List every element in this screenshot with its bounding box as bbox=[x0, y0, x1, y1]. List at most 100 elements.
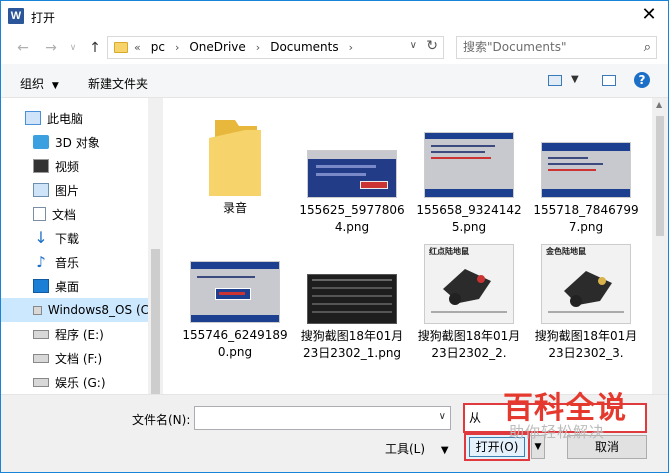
nav-item-pictures[interactable]: 图片 bbox=[1, 178, 149, 202]
nav-item-desktop[interactable]: 桌面 bbox=[1, 274, 149, 298]
open-file-dialog: W 打开 ✕ ← → ∨ ↑ « pc › OneDrive › Documen… bbox=[0, 0, 669, 473]
nav-item-3d-objects[interactable]: 3D 对象 bbox=[1, 130, 149, 154]
file-item-image[interactable]: 155718_78467997.png bbox=[531, 142, 641, 236]
file-item-image[interactable]: 搜狗截图18年01月23日2302_1.png bbox=[297, 274, 407, 362]
caret-down-icon: ▼ bbox=[440, 445, 449, 456]
up-arrow-icon[interactable]: ↑ bbox=[85, 38, 105, 58]
document-icon bbox=[33, 207, 46, 221]
nav-item-label: 3D 对象 bbox=[55, 135, 100, 150]
file-item-image[interactable]: 155746_62491890.png bbox=[180, 261, 290, 361]
close-icon[interactable]: ✕ bbox=[636, 4, 662, 28]
file-item-label: 搜狗截图18年01月23日2302_1.png bbox=[300, 329, 404, 360]
filename-label: 文件名(N): bbox=[132, 413, 191, 427]
nav-item-drive-g[interactable]: 娱乐 (G:) bbox=[1, 370, 149, 394]
nav-item-label: 文档 bbox=[52, 207, 77, 222]
image-thumbnail: 金色陆地鼠 bbox=[541, 244, 631, 324]
3d-objects-icon bbox=[33, 135, 49, 149]
picture-icon bbox=[33, 183, 49, 197]
file-item-label: 155746_62491890.png bbox=[182, 328, 288, 359]
file-item-image[interactable]: 红点陆地鼠 搜狗截图18年01月23日2302_2. bbox=[414, 244, 524, 362]
image-thumbnail bbox=[424, 132, 514, 198]
tools-label: 工具(L) bbox=[385, 442, 426, 456]
download-icon: ↓ bbox=[34, 228, 48, 247]
file-item-image[interactable]: 155658_93241425.png bbox=[414, 132, 524, 236]
breadcrumb-item-documents[interactable]: Documents bbox=[270, 40, 338, 54]
overflow-chevron-icon[interactable]: « bbox=[134, 41, 141, 54]
image-thumbnail bbox=[307, 150, 397, 198]
navigation-row: ← → ∨ ↑ « pc › OneDrive › Documents › ∨ … bbox=[1, 32, 668, 64]
chevron-down-icon[interactable]: ∨ bbox=[439, 411, 446, 422]
nav-item-label: 视频 bbox=[55, 159, 80, 174]
image-thumbnail bbox=[190, 261, 280, 323]
file-item-label: 录音 bbox=[222, 201, 247, 215]
file-item-folder[interactable]: 录音 bbox=[180, 116, 290, 217]
organize-label: 组织 bbox=[20, 77, 45, 91]
file-item-image[interactable]: 金色陆地鼠 搜狗截图18年01月23日2302_3. bbox=[531, 244, 641, 362]
nav-scrollbar-thumb[interactable] bbox=[151, 249, 160, 394]
music-icon: ♪ bbox=[36, 253, 46, 271]
drive-icon bbox=[33, 377, 49, 387]
nav-item-label: 音乐 bbox=[55, 255, 80, 270]
thumbnail-caption: 红点陆地鼠 bbox=[429, 247, 469, 256]
nav-item-label: 此电脑 bbox=[47, 111, 84, 126]
content-scrollbar-thumb[interactable] bbox=[656, 116, 664, 236]
help-icon[interactable]: ? bbox=[634, 72, 650, 88]
nav-item-this-pc[interactable]: 此电脑 bbox=[1, 106, 149, 130]
image-thumbnail bbox=[541, 142, 631, 198]
search-icon: ⌕ bbox=[643, 40, 651, 55]
address-dropdown-icon[interactable]: ∨ bbox=[410, 40, 417, 51]
tools-menu[interactable]: 工具(L) ▼ bbox=[385, 440, 449, 457]
refresh-icon[interactable]: ↻ bbox=[426, 38, 438, 54]
nav-item-label: Windows8_OS (C bbox=[47, 303, 149, 317]
file-item-image[interactable]: 155625_59778064.png bbox=[297, 150, 407, 236]
address-bar[interactable]: « pc › OneDrive › Documents › ∨ ↻ bbox=[107, 36, 444, 59]
drive-icon bbox=[33, 353, 49, 363]
chevron-right-icon[interactable]: › bbox=[256, 41, 260, 54]
content-scrollbar[interactable]: ▲ bbox=[652, 98, 668, 394]
file-item-label: 搜狗截图18年01月23日2302_3. bbox=[534, 329, 638, 360]
title-bar: W 打开 ✕ bbox=[1, 1, 668, 32]
file-item-label: 155658_93241425.png bbox=[416, 203, 522, 234]
change-view-icon[interactable] bbox=[548, 75, 562, 86]
nav-item-windows8-os[interactable]: Windows8_OS (C bbox=[1, 298, 149, 322]
nav-item-videos[interactable]: 视频 bbox=[1, 154, 149, 178]
back-arrow-icon[interactable]: ← bbox=[13, 38, 33, 58]
nav-item-drive-e[interactable]: 程序 (E:) bbox=[1, 322, 149, 346]
nav-item-label: 图片 bbox=[55, 183, 80, 198]
nav-item-drive-f[interactable]: 文档 (F:) bbox=[1, 346, 149, 370]
search-input[interactable]: 搜索"Documents" ⌕ bbox=[456, 36, 657, 59]
chevron-right-icon[interactable]: › bbox=[175, 41, 179, 54]
drive-icon bbox=[33, 305, 42, 315]
preview-pane-icon[interactable] bbox=[602, 75, 616, 86]
video-icon bbox=[33, 159, 49, 173]
chevron-right-icon[interactable]: › bbox=[349, 41, 353, 54]
word-app-icon: W bbox=[8, 8, 24, 24]
watermark: 百科全说 助你轻松解决 bbox=[477, 383, 649, 445]
nav-item-label: 桌面 bbox=[55, 279, 80, 294]
recent-locations-chevron-icon[interactable]: ∨ bbox=[63, 38, 83, 58]
watermark-subtitle: 助你轻松解决 bbox=[509, 423, 606, 441]
desktop-icon bbox=[33, 279, 49, 293]
breadcrumb-item-pc[interactable]: pc bbox=[151, 40, 165, 54]
organize-button[interactable]: 组织 ▼ bbox=[20, 75, 59, 92]
scroll-up-icon[interactable]: ▲ bbox=[656, 100, 662, 109]
folder-icon bbox=[205, 116, 265, 196]
filename-field[interactable]: ∨ bbox=[194, 406, 451, 430]
image-thumbnail bbox=[307, 274, 397, 324]
navigation-pane: 此电脑 3D 对象 视频 图片 文档 ↓ 下载 ♪ 音乐 桌面 Windows8… bbox=[1, 98, 163, 394]
file-item-label: 155625_59778064.png bbox=[299, 203, 405, 234]
nav-item-music[interactable]: ♪ 音乐 bbox=[1, 250, 149, 274]
nav-item-label: 娱乐 (G:) bbox=[55, 375, 106, 390]
nav-item-documents[interactable]: 文档 bbox=[1, 202, 149, 226]
breadcrumb-item-onedrive[interactable]: OneDrive bbox=[189, 40, 245, 54]
toolbar: 组织 ▼ 新建文件夹 ▼ ? bbox=[1, 64, 668, 98]
view-options-caret-icon[interactable]: ▼ bbox=[571, 74, 579, 85]
nav-item-downloads[interactable]: ↓ 下载 bbox=[1, 226, 149, 250]
forward-arrow-icon[interactable]: → bbox=[41, 38, 61, 58]
nav-scrollbar[interactable] bbox=[148, 98, 163, 394]
search-placeholder: 搜索"Documents" bbox=[463, 40, 567, 54]
file-item-label: 搜狗截图18年01月23日2302_2. bbox=[417, 329, 521, 360]
file-item-label: 155718_78467997.png bbox=[533, 203, 639, 234]
breadcrumb: « pc › OneDrive › Documents › bbox=[134, 40, 353, 54]
new-folder-button[interactable]: 新建文件夹 bbox=[88, 75, 148, 92]
